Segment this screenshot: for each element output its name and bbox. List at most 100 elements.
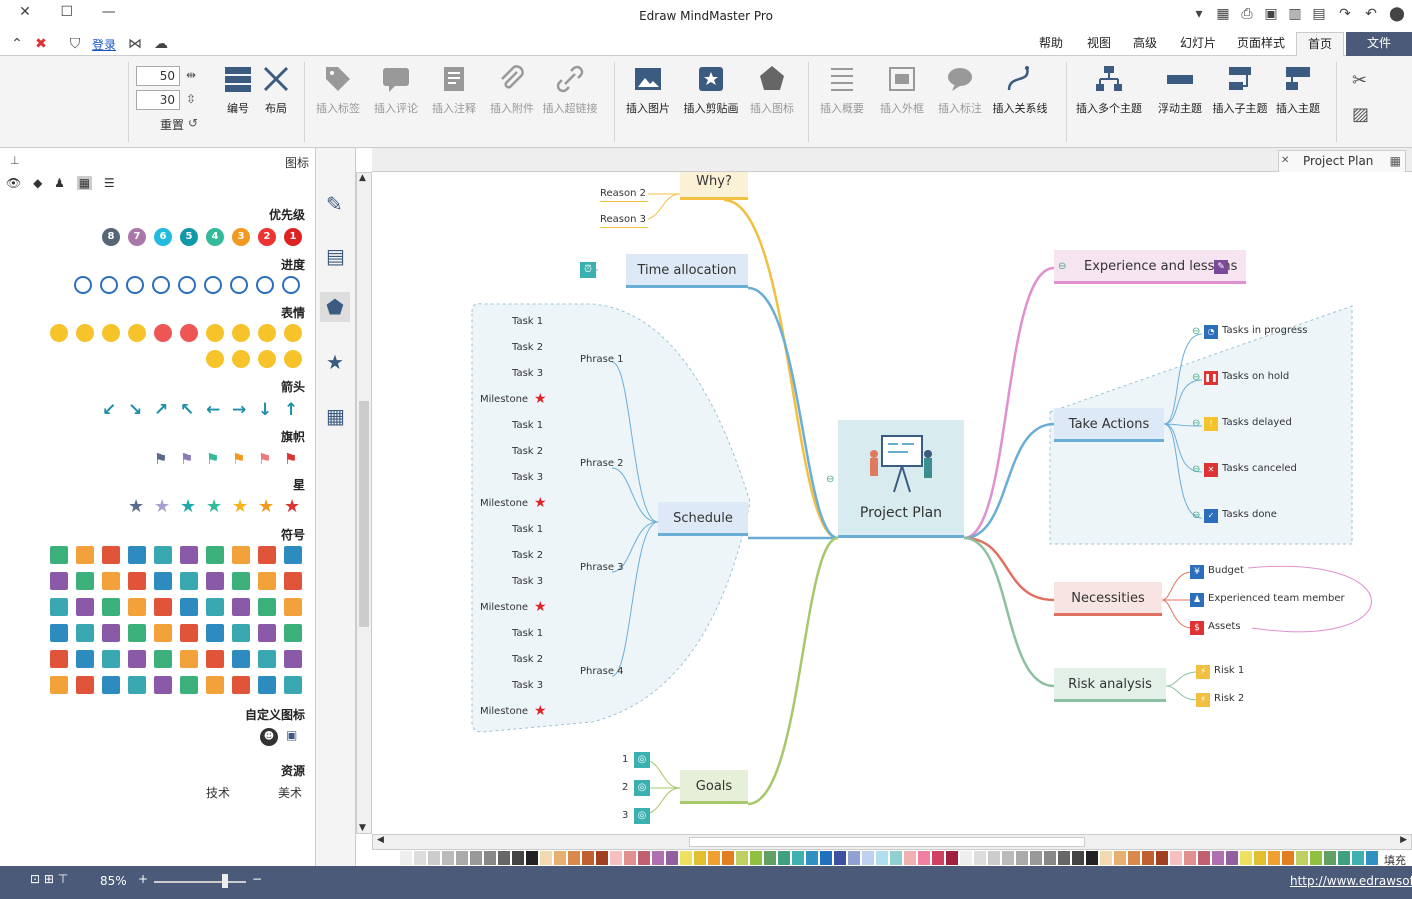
color-swatch[interactable] (470, 851, 482, 865)
symbol-2-0-icon[interactable] (284, 598, 302, 616)
risk-0-node[interactable]: ⚡ Risk 1 (1196, 664, 1256, 682)
collapse-icon[interactable]: ⊖ (1192, 464, 1200, 475)
progress-0-icon[interactable] (282, 276, 300, 294)
color-swatch[interactable] (428, 851, 440, 865)
symbol-2-7-icon[interactable] (102, 598, 120, 616)
export-icon[interactable]: ▦ (1214, 6, 1232, 22)
why-child-1[interactable]: Reason 3 (600, 214, 648, 228)
expression-10-icon[interactable] (284, 350, 302, 368)
symbol-4-5-icon[interactable] (154, 650, 172, 668)
phase-1-task-1[interactable]: Task 2 (512, 342, 543, 353)
phase-2-task-3[interactable]: Milestone (480, 498, 528, 509)
symbol-5-5-icon[interactable] (154, 676, 172, 694)
zoom-out-button[interactable]: − (252, 872, 262, 886)
phase-2-task-1[interactable]: Task 2 (512, 446, 543, 457)
save-icon[interactable]: ▣ (1262, 6, 1280, 22)
color-swatch[interactable] (1142, 851, 1154, 865)
color-swatch[interactable] (1044, 851, 1056, 865)
symbol-0-6-icon[interactable] (128, 546, 146, 564)
cloud-icon[interactable]: ☁ (152, 36, 170, 52)
share-icon[interactable]: ⋈ (126, 36, 144, 52)
necessity-2-node[interactable]: $ Assets (1190, 620, 1360, 638)
fit-page-icon[interactable]: ⊡ (30, 872, 40, 886)
color-swatch[interactable] (708, 851, 720, 865)
star-2-icon[interactable]: ★ (232, 496, 248, 517)
color-swatch[interactable] (680, 851, 692, 865)
scroll-up-icon[interactable]: ▲ (359, 173, 366, 183)
collapse-icon[interactable]: ⊖ (1192, 510, 1200, 521)
attachment-button[interactable]: 插入附件 (484, 64, 540, 116)
node-why[interactable]: Why? (680, 172, 748, 200)
color-swatch[interactable] (1226, 851, 1238, 865)
symbol-0-4-icon[interactable] (180, 546, 198, 564)
color-swatch[interactable] (820, 851, 832, 865)
color-swatch[interactable] (1114, 851, 1126, 865)
color-swatch[interactable] (456, 851, 468, 865)
symbol-1-3-icon[interactable] (206, 572, 224, 590)
symbol-5-3-icon[interactable] (206, 676, 224, 694)
people-icon[interactable]: ♟ (54, 176, 65, 190)
color-swatch[interactable] (624, 851, 636, 865)
phase-4-label[interactable]: Phrase 4 (580, 666, 624, 677)
expression-9-icon[interactable] (50, 324, 68, 342)
insert-subtopic-button[interactable]: 插入子主题 (1212, 64, 1268, 116)
symbol-2-3-icon[interactable] (206, 598, 224, 616)
color-swatch[interactable] (1240, 851, 1252, 865)
color-swatch[interactable] (568, 851, 580, 865)
color-swatch[interactable] (722, 851, 734, 865)
phase-1-task-3[interactable]: Milestone (480, 394, 528, 405)
star-0-icon[interactable]: ★ (284, 496, 300, 517)
tab-slides[interactable]: 幻灯片 (1172, 32, 1224, 56)
color-swatch[interactable] (918, 851, 930, 865)
progress-2-icon[interactable] (230, 276, 248, 294)
phase-1-label[interactable]: Phrase 1 (580, 354, 624, 365)
color-swatch[interactable] (1016, 851, 1028, 865)
insert-multiple-topics-button[interactable]: 插入多个主题 (1072, 64, 1146, 116)
symbol-1-2-icon[interactable] (232, 572, 250, 590)
symbol-5-9-icon[interactable] (50, 676, 68, 694)
color-swatch[interactable] (1002, 851, 1014, 865)
color-swatch[interactable] (498, 851, 510, 865)
print-icon[interactable]: ⎙ (1238, 6, 1256, 22)
color-swatch[interactable] (1128, 851, 1140, 865)
symbol-0-0-icon[interactable] (284, 546, 302, 564)
color-swatch[interactable] (750, 851, 762, 865)
color-swatch[interactable] (1184, 851, 1196, 865)
symbol-3-8-icon[interactable] (76, 624, 94, 642)
zoom-in-button[interactable]: + (138, 872, 148, 886)
symbol-4-6-icon[interactable] (128, 650, 146, 668)
expression-2-icon[interactable] (232, 324, 250, 342)
expression-8-icon[interactable] (76, 324, 94, 342)
star-6-icon[interactable]: ★ (128, 496, 144, 517)
h-spacing-input[interactable]: 50 (136, 66, 180, 86)
star-5-icon[interactable]: ★ (154, 496, 170, 517)
symbol-4-4-icon[interactable] (180, 650, 198, 668)
progress-1-icon[interactable] (256, 276, 274, 294)
expression-6-icon[interactable] (128, 324, 146, 342)
redo-icon[interactable]: ↷ (1336, 6, 1354, 22)
color-swatch[interactable] (554, 851, 566, 865)
color-swatch[interactable] (988, 851, 1000, 865)
mindmap-canvas[interactable]: Project Plan ⊖ ⊖ Experience and lessons … (372, 172, 1412, 834)
color-swatch[interactable] (1268, 851, 1280, 865)
color-swatch[interactable] (806, 851, 818, 865)
symbol-2-4-icon[interactable] (180, 598, 198, 616)
goal-0-label[interactable]: 1 (622, 754, 628, 765)
expression-13-icon[interactable] (206, 350, 224, 368)
format-brush-icon[interactable]: ✎ (326, 192, 343, 216)
website-link[interactable]: http://www.edrawsoft.cn (1290, 874, 1412, 888)
collapse-icon[interactable]: ⊖ (1192, 418, 1200, 429)
symbol-5-0-icon[interactable] (284, 676, 302, 694)
quick-access-dropdown-icon[interactable]: ▾ (1190, 6, 1208, 22)
symbol-0-8-icon[interactable] (76, 546, 94, 564)
risk-1-node[interactable]: ⚡ Risk 2 (1196, 692, 1256, 710)
open-file-icon[interactable]: ▥ (1286, 6, 1304, 22)
collapse-icon[interactable]: ⊖ (1192, 326, 1200, 337)
color-swatch[interactable] (932, 851, 944, 865)
arrow-1-icon[interactable]: ↓ (258, 400, 272, 420)
symbol-0-1-icon[interactable] (258, 546, 276, 564)
phase-4-task-2[interactable]: Task 3 (512, 680, 543, 691)
arrow-7-icon[interactable]: ↙ (102, 400, 116, 420)
undo-icon[interactable]: ↶ (1362, 6, 1380, 22)
color-swatch[interactable] (736, 851, 748, 865)
